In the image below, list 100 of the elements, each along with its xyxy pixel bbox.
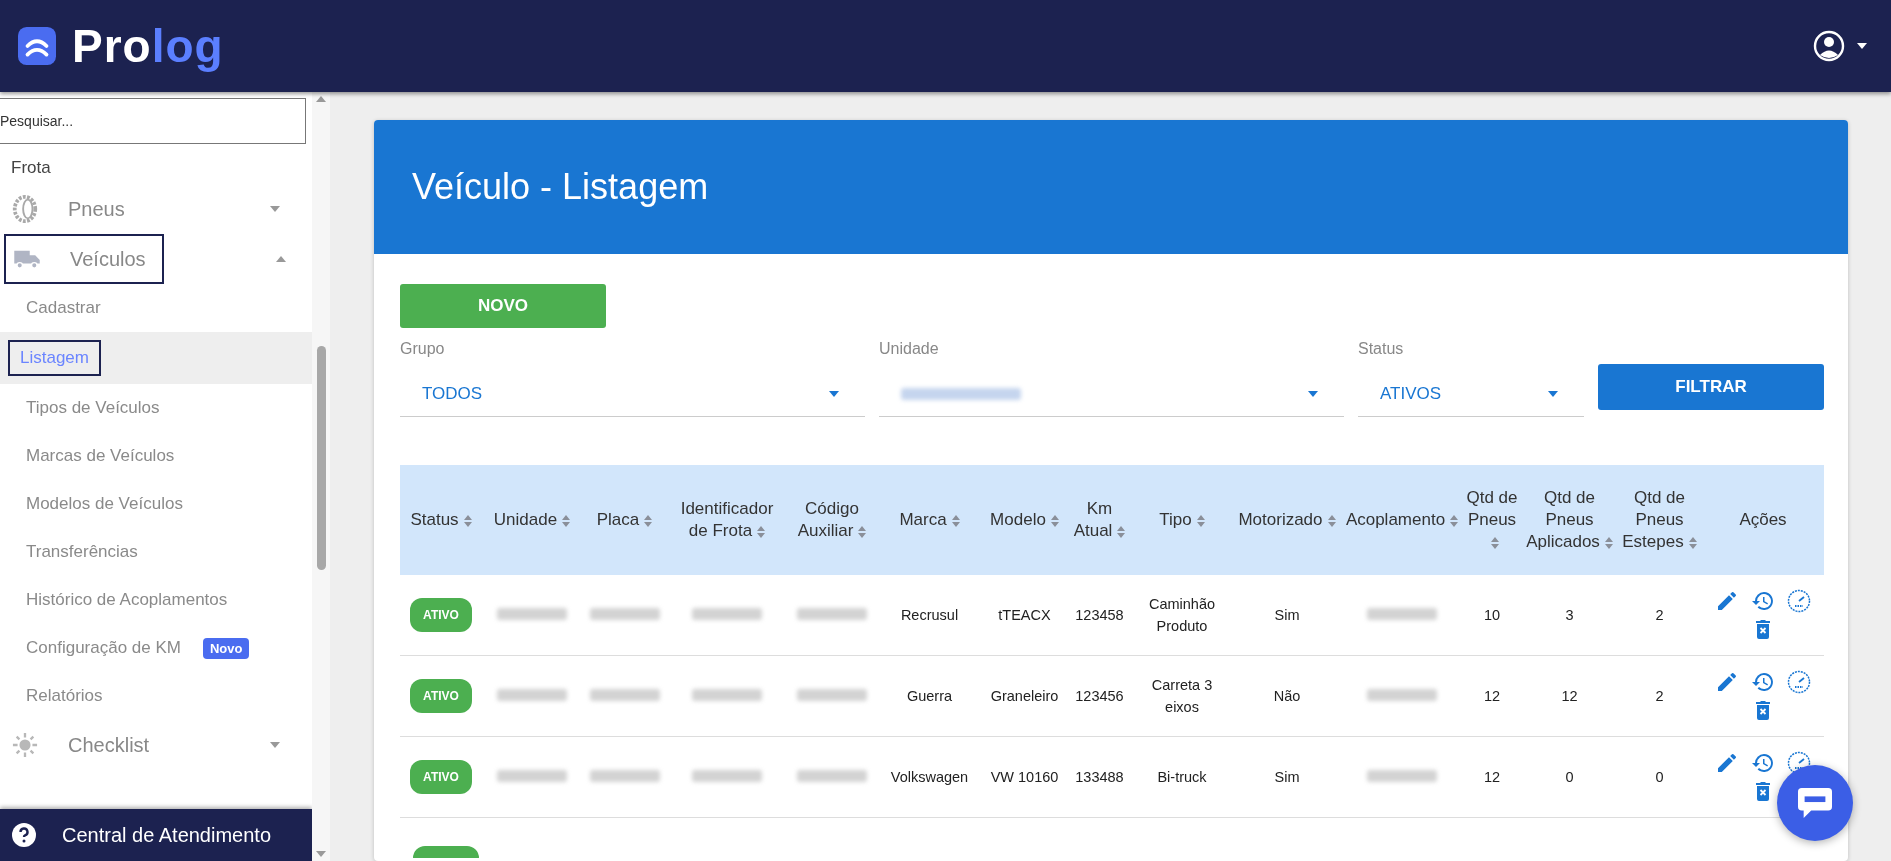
dropdown-field[interactable]: ATIVOS [1358, 372, 1584, 417]
menu-item[interactable]: Tipos de Veículos [22, 394, 164, 422]
sort-icon [951, 514, 960, 527]
logo-text: Prolog [72, 19, 224, 73]
table-cell: 3 [1565, 607, 1574, 623]
table-cell: 0 [1655, 769, 1664, 785]
gauge-icon[interactable] [1787, 589, 1811, 613]
menu-item[interactable]: Histórico de Acoplamentos [22, 586, 232, 614]
column-header[interactable]: Unidade [482, 465, 582, 575]
table-cell: Sim [1274, 769, 1300, 785]
chat-bubble-icon [1796, 786, 1834, 820]
sort-icon [1050, 514, 1059, 527]
menu-group[interactable]: Pneus [0, 184, 300, 234]
table-cell: Carreta 3 eixos [1151, 677, 1213, 715]
blurred-text [589, 689, 660, 701]
blurred-text [1367, 770, 1437, 782]
filter-label: Grupo [400, 340, 446, 358]
menu-item[interactable]: Transferências [22, 538, 142, 566]
table-cell: Recrusul [900, 607, 959, 623]
blurred-text [1367, 689, 1437, 701]
column-header[interactable]: Tipo [1132, 465, 1232, 575]
column-header[interactable]: Qtd de Pneus Estepes [1617, 465, 1702, 575]
scrollbar[interactable] [312, 92, 330, 861]
history-icon[interactable] [1751, 589, 1775, 613]
column-header[interactable]: Km Atual [1067, 465, 1132, 575]
table-cell: Não [1273, 688, 1301, 704]
blurred-text [497, 689, 567, 701]
sort-icon [1117, 525, 1126, 538]
menu-item[interactable]: Configuração de KM [22, 634, 185, 662]
dropdown-field[interactable]: TODOS [400, 372, 865, 417]
gauge-icon[interactable] [1787, 670, 1811, 694]
menu-item[interactable]: Modelos de Veículos [22, 490, 187, 518]
table-cell: 2 [1655, 688, 1664, 704]
blurred-text [497, 608, 567, 620]
new-button[interactable]: NOVO [400, 284, 606, 328]
blurred-text [589, 608, 660, 620]
menu-item[interactable]: Marcas de Veículos [22, 442, 179, 470]
column-header[interactable]: Marca [877, 465, 982, 575]
column-header[interactable]: Status [400, 465, 482, 575]
table-cell: 12 [1561, 688, 1578, 704]
menu-item[interactable]: Listagem [8, 340, 101, 376]
blurred-text [797, 689, 867, 701]
table-cell: Caminhão Produto [1148, 596, 1216, 634]
edit-icon[interactable] [1715, 670, 1739, 694]
blurred-text [1367, 608, 1437, 620]
menu-group[interactable]: Checklist [0, 720, 300, 770]
caret-icon [1857, 43, 1867, 49]
help-icon [12, 823, 36, 847]
status-badge: ATIVO [410, 598, 472, 632]
blurred-text [589, 770, 660, 782]
table-cell: tTEACX [998, 607, 1051, 623]
history-icon[interactable] [1751, 751, 1775, 775]
filter-button[interactable]: FILTRAR [1598, 364, 1824, 410]
blurred-text [692, 770, 762, 782]
column-header[interactable]: Qtd de Pneus Aplicados [1522, 465, 1617, 575]
page-title: Veículo - Listagem [412, 166, 709, 208]
sort-icon [1688, 536, 1697, 549]
column-header[interactable]: Qtd de Pneus [1462, 465, 1522, 575]
blurred-text [797, 608, 867, 620]
scroll-down-icon[interactable] [316, 851, 326, 857]
scrollbar-thumb[interactable] [316, 346, 326, 570]
scroll-up-icon[interactable] [316, 96, 326, 102]
sort-icon [757, 525, 766, 538]
blurred-text [692, 689, 762, 701]
table-cell: 0 [1565, 769, 1574, 785]
section-label: Frota [10, 157, 52, 179]
edit-icon[interactable] [1715, 751, 1739, 775]
table-cell: 10 [1483, 607, 1501, 623]
edit-icon[interactable] [1715, 589, 1739, 613]
menu-item[interactable]: Cadastrar [22, 294, 105, 322]
table-cell: 2 [1655, 607, 1664, 623]
user-avatar-icon [1813, 30, 1845, 62]
table-cell: Sim [1274, 607, 1300, 623]
column-header[interactable]: Motorizado [1232, 465, 1342, 575]
table-cell: 12 [1483, 688, 1501, 704]
sort-icon [1604, 536, 1613, 549]
caret-icon [1308, 391, 1318, 397]
blurred-text [692, 608, 762, 620]
table-cell: 133488 [1075, 769, 1124, 785]
help-bar[interactable]: Central de Atendimento [0, 809, 312, 861]
logo-icon [18, 27, 56, 65]
sort-icon [562, 514, 571, 527]
truck-icon [12, 249, 42, 269]
column-header[interactable]: Placa [582, 465, 667, 575]
filter-label: Status [1358, 340, 1405, 358]
sort-icon [1490, 536, 1499, 549]
caret-down-icon [270, 206, 280, 212]
table-cell: VW 10160 [990, 769, 1059, 785]
sort-icon [1450, 514, 1459, 527]
blurred-text [797, 770, 867, 782]
column-header[interactable]: Código Auxiliar [787, 465, 877, 575]
history-icon[interactable] [1751, 670, 1775, 694]
column-header[interactable]: Acoplamento [1342, 465, 1462, 575]
search-field[interactable]: Pesquisar... [0, 98, 306, 144]
menu-item[interactable]: Relatórios [22, 682, 107, 710]
column-header[interactable]: Modelo [982, 465, 1067, 575]
table-cell: 123456 [1075, 688, 1124, 704]
column-header: Ações [1702, 465, 1824, 575]
sort-icon [858, 525, 867, 538]
column-header[interactable]: Identificador de Frota [667, 465, 787, 575]
